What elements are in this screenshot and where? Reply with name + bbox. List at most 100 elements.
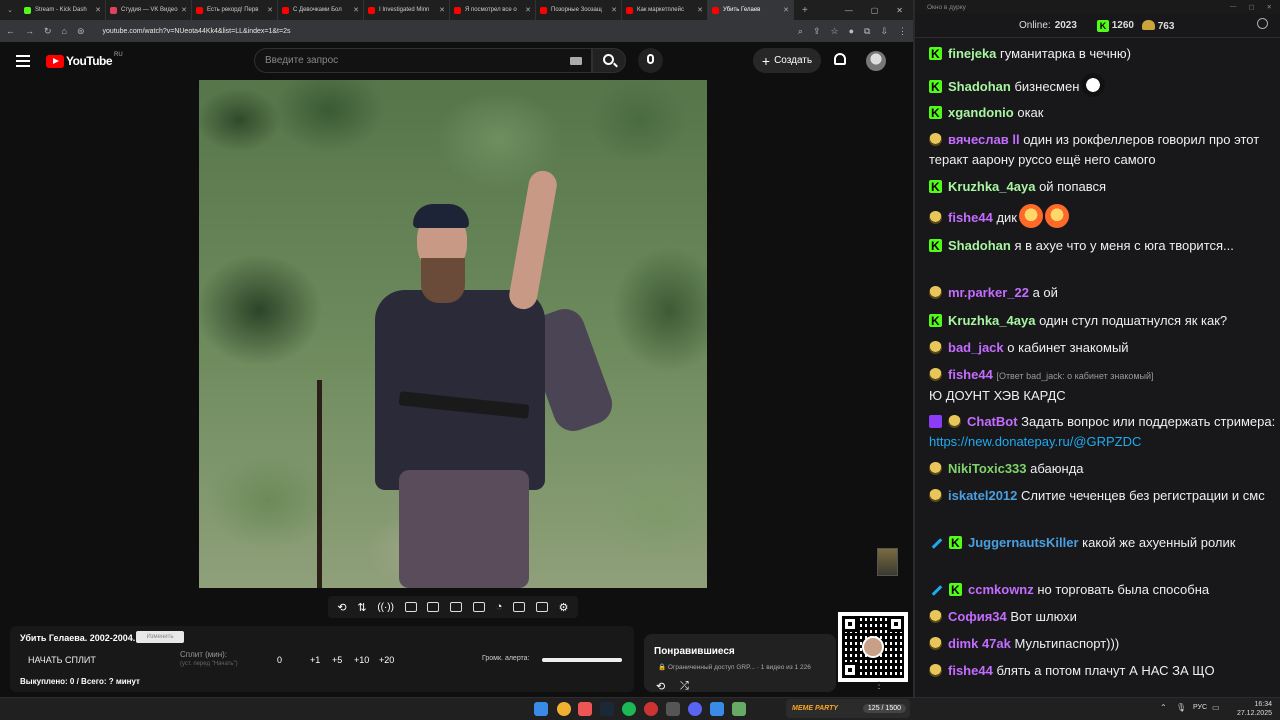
create-button[interactable]: + Создать [753,48,821,73]
audio-icon[interactable]: ((·)) [377,602,394,613]
chat-username[interactable]: xgandonio [948,105,1014,120]
tab-close-icon[interactable]: ✕ [181,6,187,14]
chat-username[interactable]: Kruzhka_4aya [948,313,1035,328]
browser-tab[interactable]: Убить Гелаев ✕ [708,0,794,20]
mic-tray-icon[interactable]: 🎙 [1176,703,1186,712]
clock[interactable]: 16:34 27.12.2025 [1228,700,1272,718]
video-player[interactable] [199,80,707,588]
pip-icon[interactable] [450,602,463,612]
language-indicator[interactable]: РУС [1193,704,1207,711]
extensions-puzzle-icon[interactable]: ⧉ [864,26,870,37]
calendar-icon[interactable] [427,602,440,612]
chrome-icon[interactable] [557,702,571,716]
chat-username[interactable]: mr.parker_22 [948,285,1029,300]
add-1-button[interactable]: +1 [310,655,320,665]
browser-tab[interactable]: Позорные Зоозащ ✕ [536,0,622,20]
edit-button[interactable]: Изменить [136,631,184,643]
chat-maximize-icon[interactable]: ▢ [1248,3,1254,11]
telegram-icon[interactable] [710,702,724,716]
tab-close-icon[interactable]: ✕ [267,6,273,14]
browser-tab[interactable]: С Девочками Бол ✕ [278,0,364,20]
chat-username[interactable]: fishe44 [948,367,993,382]
chat-username[interactable]: вячеслав ll [948,132,1020,147]
more-menu-icon[interactable]: ⋮ [874,680,884,691]
extension-icon[interactable]: ● [849,26,854,37]
chat-close-icon[interactable]: ✕ [1267,3,1272,11]
chat-username[interactable]: dimk 47ak [948,636,1011,651]
tab-close-icon[interactable]: ✕ [525,6,531,14]
add-5-button[interactable]: +5 [332,655,342,665]
home-icon[interactable]: ⌂ [62,26,67,36]
reload-icon[interactable]: ↻ [44,26,52,37]
cinema-icon[interactable] [404,602,417,612]
clock-icon[interactable] [1257,18,1268,29]
recorder-icon[interactable] [644,702,658,716]
chat-username[interactable]: bad_jack [948,340,1004,355]
chat-username[interactable]: Shadohan [948,79,1011,94]
steam-icon[interactable] [600,702,614,716]
chat-username[interactable]: ChatBot [967,414,1018,429]
loop-icon[interactable]: ⟲ [337,601,346,614]
notifications-bell-icon[interactable] [834,53,846,65]
browser-tab[interactable]: Студия — VK Видео ✕ [106,0,192,20]
network-icon[interactable]: ▭ [1212,703,1220,712]
add-box-icon[interactable] [513,602,526,612]
tab-close-icon[interactable]: ✕ [611,6,617,14]
browser-tab[interactable]: I Investigated Minn ✕ [364,0,450,20]
tab-search-icon[interactable]: ⌄ [0,0,20,20]
chat-username[interactable]: JuggernautsKiller [968,535,1079,550]
chat-username[interactable]: fishe44 [948,210,993,225]
chat-username[interactable]: ccmkownz [968,582,1034,597]
close-icon[interactable]: ✕ [896,6,903,15]
user-avatar[interactable] [866,51,886,71]
spotify-icon[interactable] [622,702,636,716]
windows-start-icon[interactable] [534,702,548,716]
chat-username[interactable]: iskatel2012 [948,488,1017,503]
browser-tab[interactable]: Я посмотрел все о ✕ [450,0,536,20]
new-tab-icon[interactable]: + [802,5,808,16]
obs-icon[interactable] [666,702,680,716]
downloads-icon[interactable]: ⇩ [880,26,888,37]
mini-thumbnail[interactable] [877,548,898,576]
playlist-title[interactable]: Понравившиеся [654,646,735,657]
add-10-button[interactable]: +10 [354,655,369,665]
alert-volume-slider[interactable] [542,658,622,662]
back-icon[interactable]: ← [6,26,15,36]
chat-minimize-icon[interactable]: — [1230,3,1237,11]
chat-link[interactable]: https://new.donatepay.ru/@GRPZDC [929,434,1141,449]
speed-icon[interactable]: ◔ [496,601,503,613]
minimize-icon[interactable]: — [845,6,853,15]
chat-username[interactable]: София34 [948,609,1007,624]
start-split-button[interactable]: НАЧАТЬ СПЛИТ [28,655,96,665]
chat-username[interactable]: Shadohan [948,238,1011,253]
settings-gear-icon[interactable]: ⚙ [559,601,569,614]
sort-icon[interactable]: ⇅ [357,601,366,614]
discord-icon[interactable] [688,702,702,716]
meme-party-widget[interactable]: MEME PARTY 125 / 1500 [786,699,910,718]
zoom-icon[interactable]: ⌕ [798,26,803,37]
tab-close-icon[interactable]: ✕ [95,6,101,14]
explorer-icon[interactable] [732,702,746,716]
share-icon[interactable]: ⇪ [813,26,821,37]
youtube-logo[interactable]: YouTube RU [46,52,123,68]
url-field[interactable]: youtube.com/watch?v=NUeota44Kk4&list=LL&… [103,28,291,35]
browser-tab[interactable]: Как маркетплейс ✕ [622,0,708,20]
site-info-icon[interactable]: ⊜ [77,26,85,37]
chat-username[interactable]: NikiToxic333 [948,461,1027,476]
chat-username[interactable]: Kruzhka_4aya [948,179,1035,194]
maximize-icon[interactable]: ▢ [871,6,879,15]
subtitles-icon[interactable] [472,602,485,612]
tab-close-icon[interactable]: ✕ [783,6,789,14]
keyboard-icon[interactable] [570,57,582,65]
search-input[interactable]: Введите запрос [254,48,592,73]
playlist-loop-icon[interactable]: ⟲ [656,680,665,693]
app-icon[interactable] [578,702,592,716]
chat-username[interactable]: fishe44 [948,663,993,678]
browser-tab[interactable]: Есть рекорд! Перв ✕ [192,0,278,20]
hamburger-menu-icon[interactable] [16,55,30,67]
bookmark-star-icon[interactable]: ☆ [831,26,839,37]
playlist-shuffle-icon[interactable]: ⤮ [680,680,689,693]
browser-menu-icon[interactable]: ⋮ [898,26,907,37]
add-20-button[interactable]: +20 [379,655,394,665]
forward-icon[interactable]: → [25,26,34,36]
